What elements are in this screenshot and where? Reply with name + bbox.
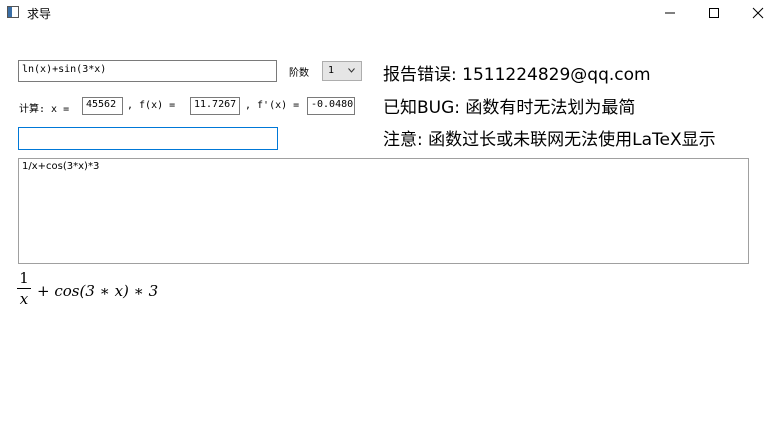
app-icon xyxy=(7,6,19,18)
calc-label: 计算: x = xyxy=(19,104,70,115)
close-button[interactable] xyxy=(740,0,776,26)
fx-value-field[interactable]: 11.7267 xyxy=(190,97,240,115)
fx-label: , f(x) = xyxy=(127,100,176,111)
maximize-button[interactable] xyxy=(696,0,732,26)
title-bar: 求导 xyxy=(0,0,781,26)
minimize-button[interactable] xyxy=(652,0,688,26)
fraction-bar xyxy=(17,288,31,289)
function-input[interactable]: ln(x)+sin(3*x) xyxy=(18,60,277,82)
order-selected-value: 1 xyxy=(328,65,335,76)
order-label: 阶数 xyxy=(289,68,309,79)
window-title: 求导 xyxy=(27,7,52,21)
latex-rest: + cos(3 ∗ x) ∗ 3 xyxy=(37,282,159,300)
close-icon xyxy=(752,7,764,19)
dfx-value-field[interactable]: -0.0480 xyxy=(307,97,355,115)
maximize-icon xyxy=(709,8,719,18)
latex-fraction: 1 x xyxy=(17,270,31,308)
minimize-icon xyxy=(665,12,675,14)
derivative-input[interactable] xyxy=(18,127,278,150)
known-bug-note: 已知BUG: 函数有时无法划为最简 xyxy=(383,98,636,118)
order-select[interactable]: 1 xyxy=(322,61,362,81)
report-bug-note: 报告错误: 1511224829@qq.com xyxy=(383,65,651,85)
x-value-input[interactable]: 45562 xyxy=(82,97,123,115)
latex-denominator: x xyxy=(19,290,29,308)
derivative-output[interactable]: 1/x+cos(3*x)*3 xyxy=(18,158,749,264)
dfx-label: , f'(x) = xyxy=(245,100,300,111)
warning-note: 注意: 函数过长或未联网无法使用LaTeX显示 xyxy=(383,130,716,150)
chevron-down-icon xyxy=(348,68,355,73)
latex-numerator: 1 xyxy=(19,269,29,287)
